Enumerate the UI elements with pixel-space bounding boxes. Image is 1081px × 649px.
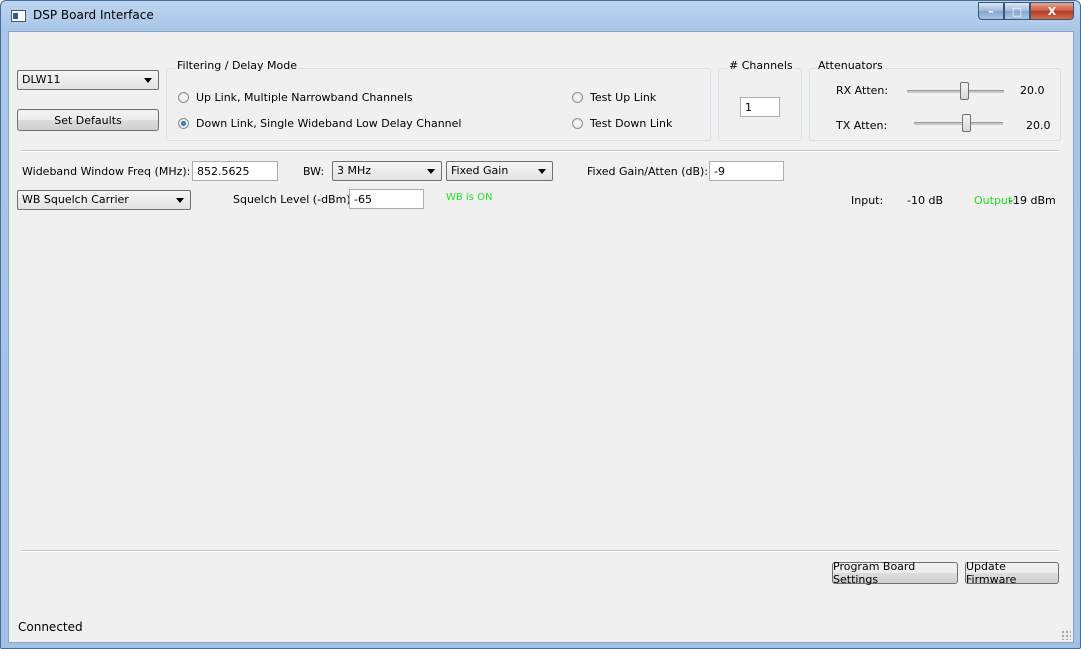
radio-up-link[interactable]: Up Link, Multiple Narrowband Channels — [178, 91, 413, 104]
squelch-level-label: Squelch Level (-dBm): — [233, 193, 355, 206]
filter-mode-group: Filtering / Delay Mode Up Link, Multiple… — [166, 59, 711, 141]
input-level-label: Input: — [851, 194, 884, 207]
output-level-value: -19 dBm — [1009, 194, 1056, 207]
program-board-button[interactable]: Program Board Settings — [832, 560, 958, 586]
set-defaults-button[interactable]: Set Defaults — [17, 109, 159, 131]
chevron-down-icon — [427, 169, 435, 174]
fixed-gain-input[interactable]: -9 — [709, 161, 784, 181]
squelch-level-input[interactable]: -65 — [349, 189, 424, 209]
bw-label: BW: — [303, 165, 325, 178]
update-firmware-button[interactable]: Update Firmware — [965, 560, 1059, 586]
radio-icon — [572, 118, 583, 129]
channels-input[interactable]: 1 — [740, 97, 780, 117]
tx-slider-track — [914, 122, 1003, 125]
rx-atten-slider[interactable] — [907, 81, 1004, 101]
wb-freq-input[interactable]: 852.5625 — [192, 161, 278, 181]
channels-title: # Channels — [727, 59, 795, 72]
window-title: DSP Board Interface — [33, 8, 154, 22]
gain-mode-select[interactable]: Fixed Gain — [446, 161, 553, 181]
tx-slider-thumb[interactable] — [962, 114, 971, 132]
radio-test-down-link[interactable]: Test Down Link — [572, 117, 672, 130]
squelch-mode-value: WB Squelch Carrier — [22, 193, 129, 206]
close-button[interactable]: X — [1030, 2, 1074, 20]
resize-grip-icon[interactable] — [1061, 630, 1071, 640]
window-controls: – □ X — [978, 2, 1074, 20]
radio-icon — [178, 92, 189, 103]
attenuators-title: Attenuators — [816, 59, 885, 72]
gain-mode-value: Fixed Gain — [451, 164, 509, 177]
tx-atten-value: 20.0 — [1026, 119, 1051, 132]
client-area: DLW11 Set Defaults Filtering / Delay Mod… — [8, 31, 1074, 643]
bw-select[interactable]: 3 MHz — [332, 161, 442, 181]
bw-select-value: 3 MHz — [337, 164, 372, 177]
radio-selected-icon — [178, 118, 189, 129]
radio-up-link-label: Up Link, Multiple Narrowband Channels — [196, 91, 413, 104]
filter-mode-title: Filtering / Delay Mode — [175, 59, 299, 72]
rx-slider-thumb[interactable] — [960, 82, 969, 100]
tx-atten-label: TX Atten: — [836, 119, 888, 132]
status-text: Connected — [18, 620, 83, 634]
chevron-down-icon — [538, 169, 546, 174]
chevron-down-icon — [176, 198, 184, 203]
board-select-value: DLW11 — [22, 73, 61, 86]
maximize-button[interactable]: □ — [1004, 2, 1030, 20]
app-window: DSP Board Interface – □ X DLW11 Set Defa… — [0, 0, 1081, 649]
rx-atten-value: 20.0 — [1020, 84, 1045, 97]
app-icon — [11, 10, 26, 22]
input-level-value: -10 dB — [907, 194, 943, 207]
wb-freq-label: Wideband Window Freq (MHz): — [22, 165, 191, 178]
radio-down-link[interactable]: Down Link, Single Wideband Low Delay Cha… — [178, 117, 461, 130]
radio-icon — [572, 92, 583, 103]
radio-test-down-link-label: Test Down Link — [590, 117, 673, 130]
radio-down-link-label: Down Link, Single Wideband Low Delay Cha… — [196, 117, 462, 130]
tx-atten-slider[interactable] — [914, 113, 1003, 133]
minimize-button[interactable]: – — [978, 2, 1004, 20]
radio-test-up-link[interactable]: Test Up Link — [572, 91, 656, 104]
title-bar[interactable]: DSP Board Interface – □ X — [1, 1, 1080, 31]
rx-slider-track — [907, 90, 1004, 93]
board-select[interactable]: DLW11 — [17, 70, 159, 90]
squelch-mode-select[interactable]: WB Squelch Carrier — [17, 190, 191, 210]
channels-group: # Channels 1 — [718, 59, 802, 141]
chevron-down-icon — [144, 78, 152, 83]
rx-atten-label: RX Atten: — [836, 84, 889, 97]
top-separator — [21, 150, 1059, 152]
bottom-separator — [21, 550, 1059, 552]
attenuators-group: Attenuators RX Atten: 20.0 TX Atten: 20.… — [809, 59, 1061, 141]
radio-test-up-link-label: Test Up Link — [590, 91, 657, 104]
fixed-gain-label: Fixed Gain/Atten (dB): — [587, 165, 709, 178]
wb-status: WB is ON — [446, 192, 493, 203]
